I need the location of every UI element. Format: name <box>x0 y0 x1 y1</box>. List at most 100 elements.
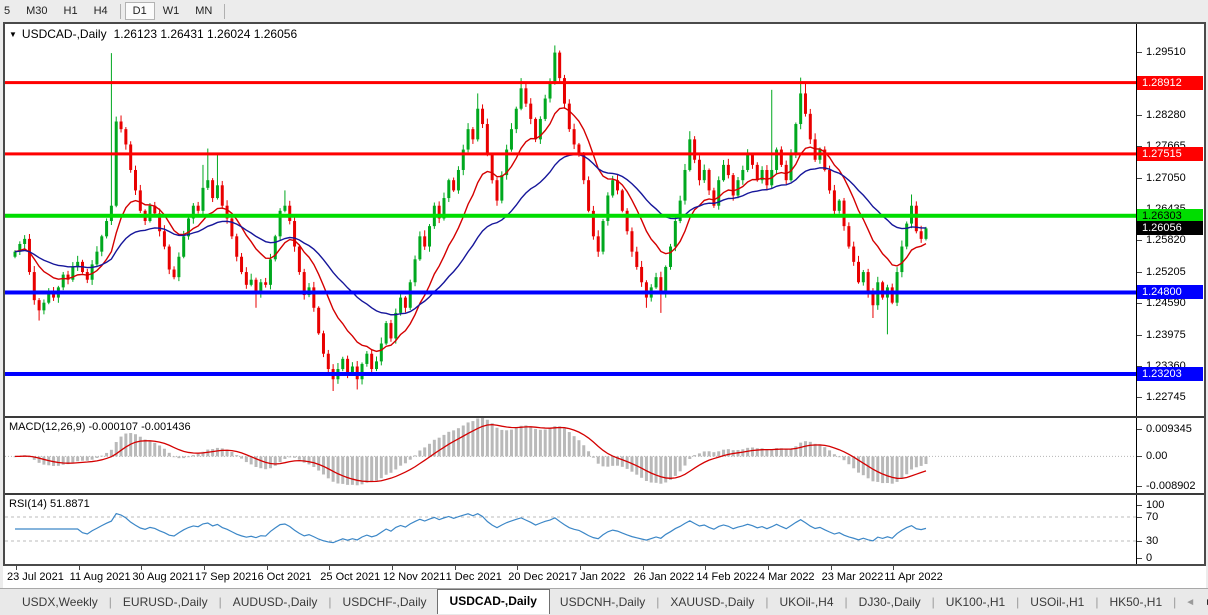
price-tick-label: 1.27050 <box>1146 172 1186 184</box>
date-label: 23 Mar 2022 <box>822 571 884 583</box>
chart-title: ▼ USDCAD-,Daily 1.26123 1.26431 1.26024 … <box>9 27 297 41</box>
date-label: 14 Feb 2022 <box>696 571 758 583</box>
price-tick-mark <box>1137 240 1142 241</box>
macd-plot[interactable]: MACD(12,26,9) -0.000107 -0.001436 <box>5 418 1137 493</box>
tab-audusd-daily[interactable]: AUDUSD-,Daily <box>223 591 328 613</box>
date-tick-mark <box>831 566 832 570</box>
price-badge-1.28912: 1.28912 <box>1137 76 1203 90</box>
price-tick-mark <box>1137 303 1142 304</box>
main-chart-plot[interactable]: ▼ USDCAD-,Daily 1.26123 1.26431 1.26024 … <box>5 24 1137 416</box>
timeframe-button-h4[interactable]: H4 <box>86 2 116 20</box>
rsi-plot[interactable]: RSI(14) 51.8871 <box>5 495 1137 564</box>
tab-usdchf-daily[interactable]: USDCHF-,Daily <box>333 591 437 613</box>
macd-tick-label: -0.008902 <box>1146 480 1196 492</box>
macd-tick-label: 0.00 <box>1146 450 1167 462</box>
rsi-tick-label: 70 <box>1146 511 1158 523</box>
price-badge-1.27515: 1.27515 <box>1137 147 1203 161</box>
timeframe-button-m30[interactable]: M30 <box>18 2 55 20</box>
tab-hk50-h1[interactable]: HK50-,H1 <box>1099 591 1172 613</box>
tab-uk100-h1[interactable]: UK100-,H1 <box>936 591 1015 613</box>
macd-label: MACD(12,26,9) -0.000107 -0.001436 <box>9 421 191 433</box>
toolbar-separator <box>224 4 225 19</box>
timeframe-button-5[interactable]: 5 <box>1 2 18 20</box>
price-tick-label: 1.25205 <box>1146 266 1186 278</box>
date-tick-mark <box>16 566 17 570</box>
tab-ukoil-h4[interactable]: UKOil-,H4 <box>770 591 844 613</box>
rsi-tick-mark <box>1137 505 1142 506</box>
rsi-tick-label: 0 <box>1146 552 1152 564</box>
time-axis[interactable]: 23 Jul 202111 Aug 202130 Aug 202117 Sep … <box>3 566 1206 588</box>
tab-separator: | <box>1172 595 1177 609</box>
chart-window: ▼ USDCAD-,Daily 1.26123 1.26431 1.26024 … <box>3 22 1206 566</box>
timeframe-button-d1[interactable]: D1 <box>125 2 155 20</box>
chart-title-symbol: USDCAD-,Daily <box>22 27 107 41</box>
price-tick-mark <box>1137 52 1142 53</box>
tab-xauusd-daily[interactable]: XAUUSD-,Daily <box>660 591 764 613</box>
price-badge-1.23203: 1.23203 <box>1137 367 1203 381</box>
price-tick-label: 1.28280 <box>1146 109 1186 121</box>
date-tick-mark <box>705 566 706 570</box>
date-tick-mark <box>204 566 205 570</box>
date-tick-mark <box>267 566 268 570</box>
date-label: 25 Oct 2021 <box>320 571 380 583</box>
timeframe-button-w1[interactable]: W1 <box>155 2 188 20</box>
tab-usoil-h1[interactable]: USOil-,H1 <box>1020 591 1094 613</box>
candlestick-canvas <box>5 24 1136 416</box>
date-label: 23 Jul 2021 <box>7 571 64 583</box>
timeframe-toolbar: 5M30H1H4 D1W1MN <box>0 0 1208 22</box>
rsi-tick-mark <box>1137 517 1142 518</box>
price-tick-label: 1.22745 <box>1146 391 1186 403</box>
date-tick-mark <box>643 566 644 570</box>
macd-axis[interactable]: 0.0093450.00-0.008902 <box>1137 418 1204 493</box>
price-panel-row: ▼ USDCAD-,Daily 1.26123 1.26431 1.26024 … <box>5 24 1204 416</box>
symbol-dropdown-icon[interactable]: ▼ <box>9 30 17 39</box>
price-tick-mark <box>1137 178 1142 179</box>
rsi-tick-mark <box>1137 558 1142 559</box>
rsi-tick-label: 30 <box>1146 535 1158 547</box>
date-tick-mark <box>392 566 393 570</box>
chart-tab-bar: USDX,Weekly|EURUSD-,Daily|AUDUSD-,Daily|… <box>0 588 1208 615</box>
level-line-1.248[interactable] <box>5 290 1136 294</box>
date-tick-mark <box>141 566 142 570</box>
date-label: 11 Aug 2021 <box>70 571 131 583</box>
moving-average-ma-fast <box>15 108 926 352</box>
timeframe-button-h1[interactable]: H1 <box>56 2 86 20</box>
tab-scroll-left-icon[interactable]: ◄ <box>1185 597 1195 608</box>
price-axis[interactable]: 1.295101.282801.276651.270501.264351.258… <box>1137 24 1204 416</box>
tab-eurusd-daily[interactable]: EURUSD-,Daily <box>113 591 218 613</box>
date-tick-mark <box>517 566 518 570</box>
level-line-1.28912[interactable] <box>5 81 1136 84</box>
tab-usdcnh-daily[interactable]: USDCNH-,Daily <box>550 591 655 613</box>
toolbar-separator <box>120 4 121 19</box>
level-line-1.26303[interactable] <box>5 214 1136 218</box>
candlestick-series <box>14 45 928 391</box>
price-tick-mark <box>1137 335 1142 336</box>
rsi-axis[interactable]: 10070300 <box>1137 495 1204 564</box>
price-tick-mark <box>1137 397 1142 398</box>
date-label: 1 Dec 2021 <box>446 571 502 583</box>
date-label: 6 Oct 2021 <box>258 571 312 583</box>
date-label: 11 Apr 2022 <box>884 571 943 583</box>
macd-panel-row: MACD(12,26,9) -0.000107 -0.001436 0.0093… <box>5 418 1204 493</box>
price-tick-mark <box>1137 272 1142 273</box>
rsi-panel-row: RSI(14) 51.8871 10070300 <box>5 495 1204 564</box>
price-badge-1.24800: 1.24800 <box>1137 285 1203 299</box>
date-tick-mark <box>329 566 330 570</box>
tab-usdcad-daily[interactable]: USDCAD-,Daily <box>437 589 550 614</box>
trading-app-window: 5M30H1H4 D1W1MN ▼ USDCAD-,Daily 1.26123 1… <box>0 0 1208 615</box>
timeframe-button-mn[interactable]: MN <box>187 2 220 20</box>
date-label: 4 Mar 2022 <box>759 571 815 583</box>
level-line-1.23203[interactable] <box>5 372 1136 376</box>
price-tick-mark <box>1137 115 1142 116</box>
tab-dj30-daily[interactable]: DJ30-,Daily <box>849 591 931 613</box>
rsi-label: RSI(14) 51.8871 <box>9 498 90 510</box>
date-tick-mark <box>893 566 894 570</box>
date-label: 12 Nov 2021 <box>383 571 445 583</box>
macd-tick-mark <box>1137 456 1142 457</box>
date-tick-mark <box>580 566 581 570</box>
macd-tick-mark <box>1137 429 1142 430</box>
date-tick-mark <box>768 566 769 570</box>
tab-usdx-weekly[interactable]: USDX,Weekly <box>12 591 108 613</box>
level-line-1.27515[interactable] <box>5 152 1136 155</box>
price-tick-label: 1.29510 <box>1146 46 1186 58</box>
